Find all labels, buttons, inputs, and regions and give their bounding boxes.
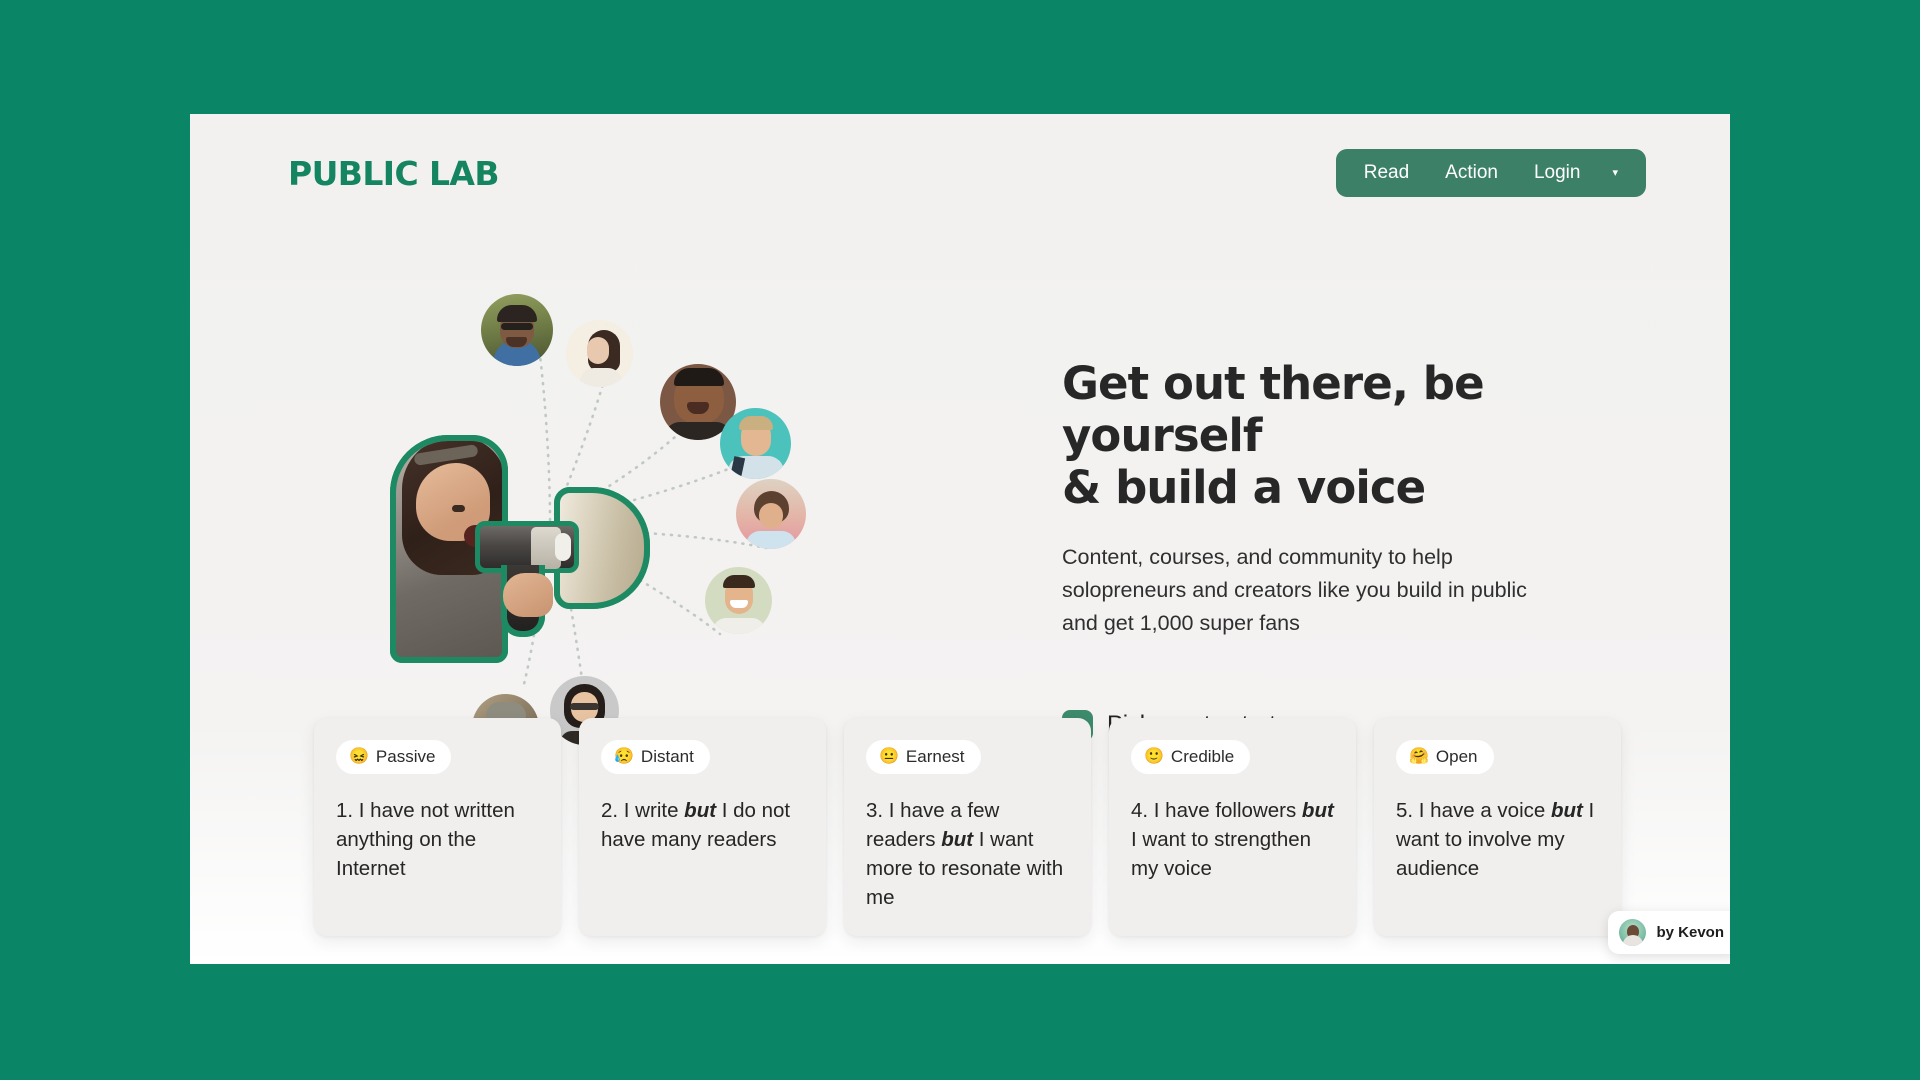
- primary-navigation: Read Action Login ▾: [1335, 149, 1646, 197]
- avatar-shirt: [713, 618, 765, 634]
- avatar-beard: [506, 337, 527, 347]
- card-text-before: 5. I have a voice: [1396, 798, 1551, 822]
- persona-card-distant[interactable]: 😥 Distant 2. I write but I do not have m…: [579, 717, 826, 936]
- slightly-smiling-face-emoji: 🙂: [1144, 747, 1164, 765]
- attribution-label: by Kevon: [1656, 924, 1724, 941]
- card-text-after: I want to strengthen my voice: [1131, 827, 1312, 880]
- avatar-smiling-man-glasses: [481, 294, 553, 366]
- status-badge: 🙂 Credible: [1131, 739, 1251, 774]
- person-eye: [452, 505, 465, 512]
- status-badge: 😖 Passive: [336, 739, 452, 774]
- card-text: 5. I have a voice but I want to involve …: [1396, 796, 1599, 883]
- avatar-hair: [723, 575, 755, 588]
- page-inner: PUBLIC LAB Read Action Login ▾ Get out t…: [190, 114, 1730, 964]
- card-text: 4. I have followers but I want to streng…: [1131, 796, 1334, 883]
- card-text-before: 2. I write: [601, 798, 685, 822]
- persona-cards-row: 😖 Passive 1. I have not written anything…: [314, 717, 1621, 936]
- avatar-smile: [730, 600, 748, 608]
- badge-label: Distant: [640, 746, 694, 766]
- hero-subheading: Content, courses, and community to help …: [1062, 544, 1527, 635]
- card-text: 1. I have not written anything on the In…: [336, 796, 539, 883]
- megaphone: [475, 487, 650, 637]
- card-text-bold: but: [1550, 798, 1583, 822]
- avatar-cap: [486, 702, 526, 719]
- person-hand: [503, 573, 553, 617]
- nav-item-read[interactable]: Read: [1346, 155, 1427, 191]
- card-text-before: 1. I have not written anything on the In…: [336, 798, 515, 880]
- hero-copy: Get out there, be yourself & build a voi…: [1062, 357, 1682, 741]
- persona-card-open[interactable]: 🤗 Open 5. I have a voice but I want to i…: [1374, 717, 1621, 936]
- site-header: PUBLIC LAB Read Action Login ▾: [190, 114, 1730, 232]
- hugging-face-emoji: 🤗: [1409, 747, 1429, 765]
- persona-card-passive[interactable]: 😖 Passive 1. I have not written anything…: [314, 717, 561, 936]
- avatar-glasses: [501, 323, 533, 330]
- neutral-face-emoji: 😐: [879, 747, 899, 765]
- chevron-down-icon[interactable]: ▾: [1598, 160, 1636, 187]
- avatar-hair: [739, 416, 773, 430]
- woman-with-megaphone-illustration: [380, 417, 650, 672]
- avatar-man-green-background: [705, 567, 772, 634]
- status-badge: 🤗 Open: [1396, 739, 1494, 774]
- status-badge: 😐 Earnest: [866, 739, 981, 774]
- persona-card-credible[interactable]: 🙂 Credible 4. I have followers but I wan…: [1109, 717, 1356, 936]
- avatar-hair: [497, 305, 537, 322]
- badge-label: Earnest: [905, 746, 965, 766]
- status-badge: 😥 Distant: [601, 739, 710, 774]
- sad-but-relieved-face-emoji: 😥: [614, 747, 634, 765]
- avatar-shirt: [746, 531, 796, 549]
- avatar-face-front: [759, 503, 783, 528]
- kevon-avatar: [1619, 919, 1647, 946]
- card-text-before: 4. I have followers: [1131, 798, 1302, 822]
- avatar-shirt: [580, 368, 622, 387]
- confounded-face-emoji: 😖: [349, 747, 369, 765]
- card-text-bold: but: [1301, 798, 1334, 822]
- avatar-woman-dark-bob: [566, 320, 633, 387]
- avatar-woman-pink-background: [736, 479, 806, 549]
- megaphone-knob: [555, 533, 571, 561]
- avatar-man-teal-background: [720, 408, 791, 479]
- badge-label: Open: [1435, 746, 1478, 766]
- brand-logo[interactable]: PUBLIC LAB: [288, 154, 499, 193]
- card-text: 2. I write but I do not have many reader…: [601, 796, 804, 854]
- card-text-bold: but: [941, 827, 974, 851]
- page-content-frame: PUBLIC LAB Read Action Login ▾ Get out t…: [190, 114, 1730, 964]
- avatar-hair: [674, 368, 724, 386]
- nav-item-login[interactable]: Login: [1516, 155, 1599, 191]
- nav-item-action[interactable]: Action: [1427, 155, 1516, 191]
- card-text-bold: but: [684, 798, 717, 822]
- badge-label: Passive: [375, 746, 436, 766]
- avatar-glasses: [570, 703, 599, 710]
- megaphone-figure: [380, 417, 650, 672]
- page-title: Get out there, be yourself & build a voi…: [1062, 357, 1485, 515]
- persona-card-earnest[interactable]: 😐 Earnest 3. I have a few readers but I …: [844, 717, 1091, 936]
- avatar-face: [587, 337, 609, 364]
- card-text: 3. I have a few readers but I want more …: [866, 796, 1069, 912]
- badge-label: Credible: [1170, 746, 1235, 766]
- attribution-badge[interactable]: by Kevon: [1608, 911, 1730, 954]
